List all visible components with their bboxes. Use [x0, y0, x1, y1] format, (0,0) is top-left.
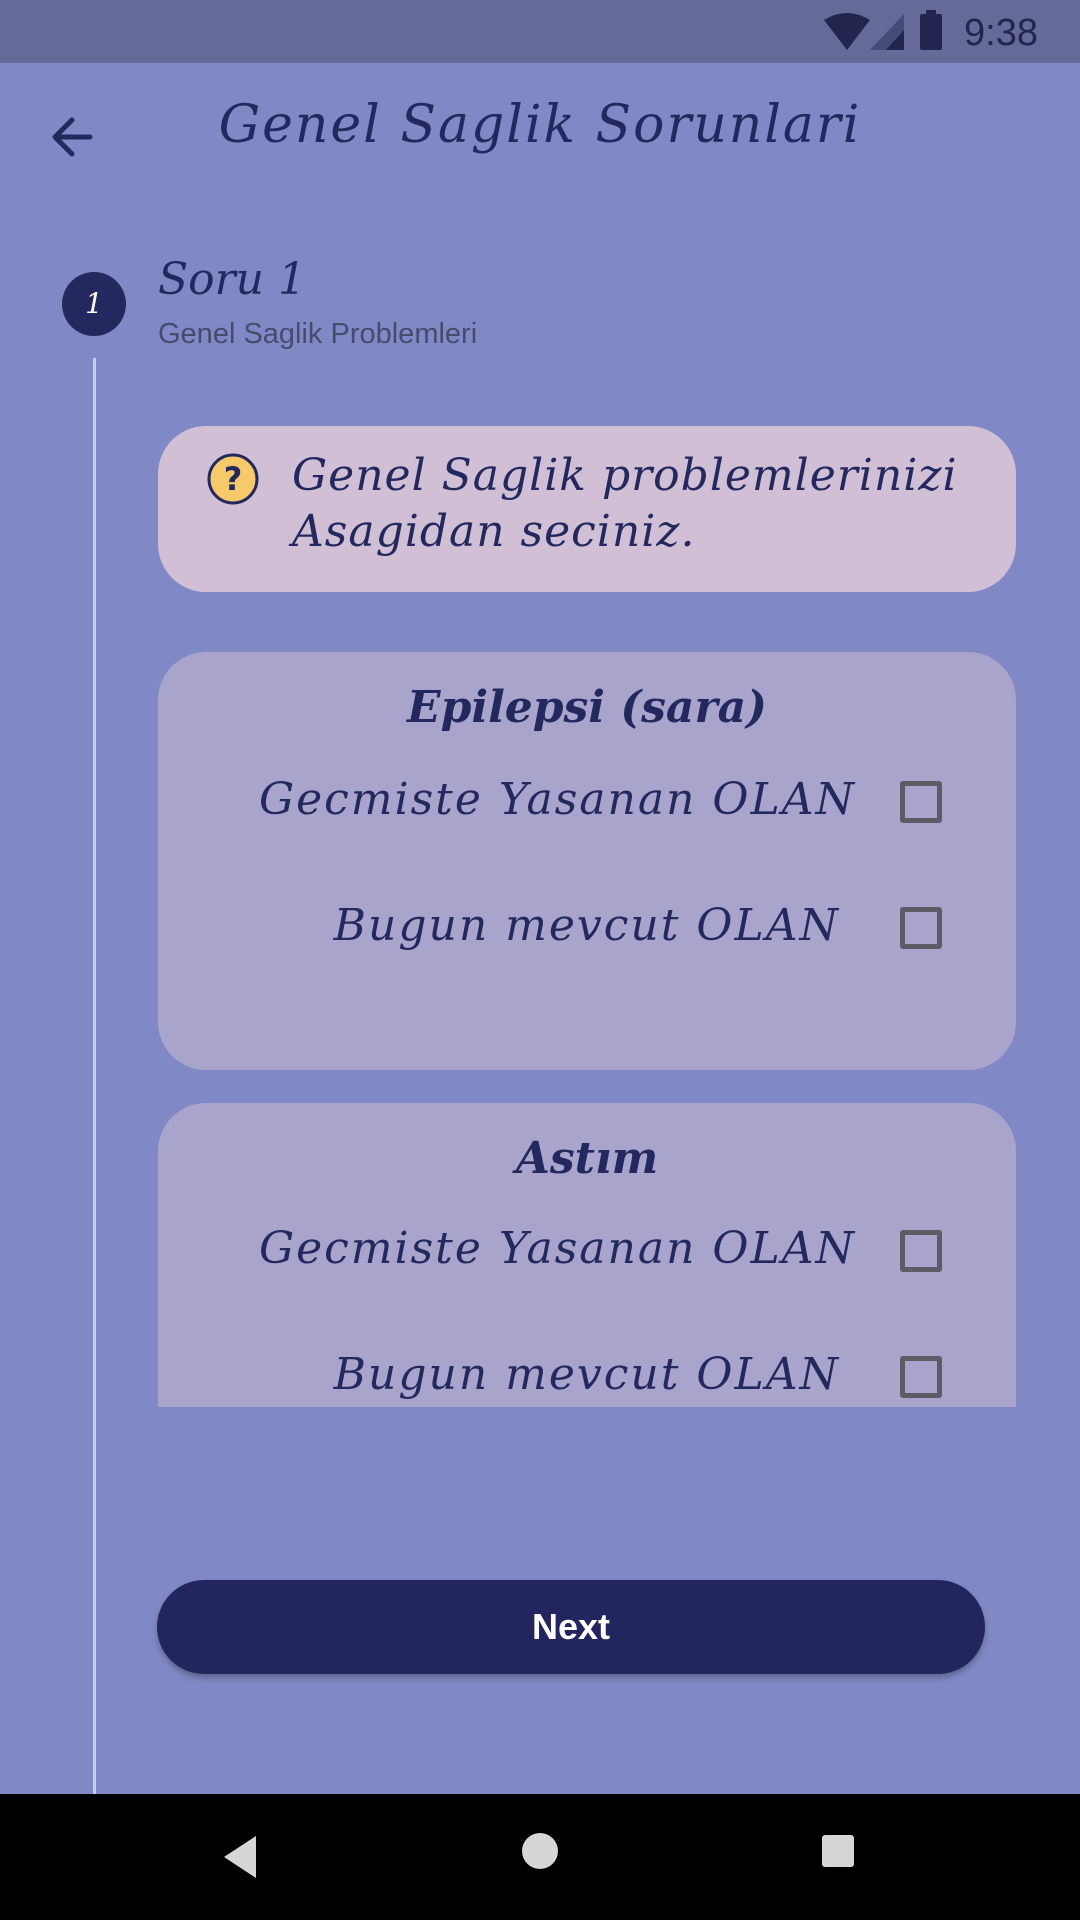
nav-recents-icon[interactable]	[822, 1835, 854, 1867]
option-label-past: Gecmiste Yasanan OLAN	[258, 1223, 856, 1274]
checkbox-epilepsi-past[interactable]	[900, 781, 942, 823]
condition-title: Epilepsi (sara)	[407, 682, 767, 733]
question-card: ? Genel Saglik problemlerinizi Asagidan …	[158, 426, 1016, 592]
checkbox-astim-past[interactable]	[900, 1230, 942, 1272]
stepper-line	[93, 358, 96, 1794]
question-mark-icon: ?	[207, 453, 259, 505]
step-title: Soru 1	[158, 254, 306, 305]
wifi-icon	[824, 13, 870, 50]
checkbox-astim-current[interactable]	[900, 1356, 942, 1398]
status-icons	[824, 10, 942, 50]
back-arrow-icon[interactable]	[44, 108, 102, 166]
option-label-past: Gecmiste Yasanan OLAN	[258, 774, 856, 825]
status-time: 9:38	[964, 12, 1038, 54]
navigation-bar	[0, 1794, 1080, 1920]
option-label-current: Bugun mevcut OLAN	[333, 900, 840, 951]
nav-back-icon[interactable]	[220, 1832, 260, 1882]
nav-home-icon[interactable]	[522, 1833, 558, 1869]
step-subtitle: Genel Saglik Problemleri	[158, 318, 478, 350]
page-title: Genel Saglik Sorunlari	[218, 95, 862, 155]
battery-icon	[920, 14, 942, 50]
next-button[interactable]: Next	[157, 1580, 985, 1674]
condition-title: Astım	[515, 1133, 659, 1184]
condition-card-epilepsi: Epilepsi (sara) Gecmiste Yasanan OLAN Bu…	[158, 652, 1016, 1070]
svg-text:?: ?	[224, 460, 243, 498]
checkbox-epilepsi-current[interactable]	[900, 907, 942, 949]
status-bar: 9:38	[0, 0, 1080, 63]
option-label-current: Bugun mevcut OLAN	[333, 1349, 840, 1400]
condition-card-astim: Astım Gecmiste Yasanan OLAN Bugun mevcut…	[158, 1103, 1016, 1407]
question-text: Genel Saglik problemlerinizi Asagidan se…	[292, 450, 958, 557]
step-number-badge: 1	[62, 272, 126, 336]
